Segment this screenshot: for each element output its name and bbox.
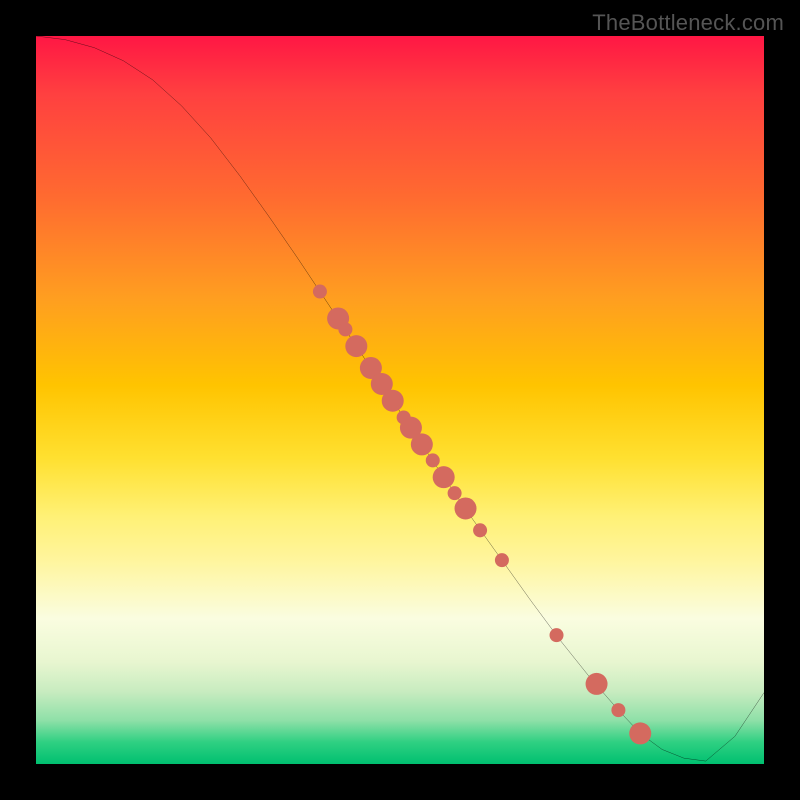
marker-dot bbox=[473, 523, 487, 537]
marker-dot bbox=[338, 322, 352, 336]
marker-dot bbox=[426, 453, 440, 467]
marker-dot bbox=[313, 285, 327, 299]
marker-dot bbox=[629, 722, 651, 744]
marker-dot bbox=[411, 433, 433, 455]
marker-dot bbox=[455, 497, 477, 519]
marker-dot bbox=[586, 673, 608, 695]
chart-canvas: TheBottleneck.com bbox=[0, 0, 800, 800]
marker-dot bbox=[382, 390, 404, 412]
marker-dot bbox=[495, 553, 509, 567]
marker-dots bbox=[313, 285, 651, 745]
marker-dot bbox=[433, 466, 455, 488]
chart-svg-layer bbox=[36, 36, 764, 764]
marker-dot bbox=[448, 486, 462, 500]
marker-dot bbox=[550, 628, 564, 642]
watermark-text: TheBottleneck.com bbox=[592, 10, 784, 36]
marker-dot bbox=[611, 703, 625, 717]
marker-dot bbox=[345, 335, 367, 357]
